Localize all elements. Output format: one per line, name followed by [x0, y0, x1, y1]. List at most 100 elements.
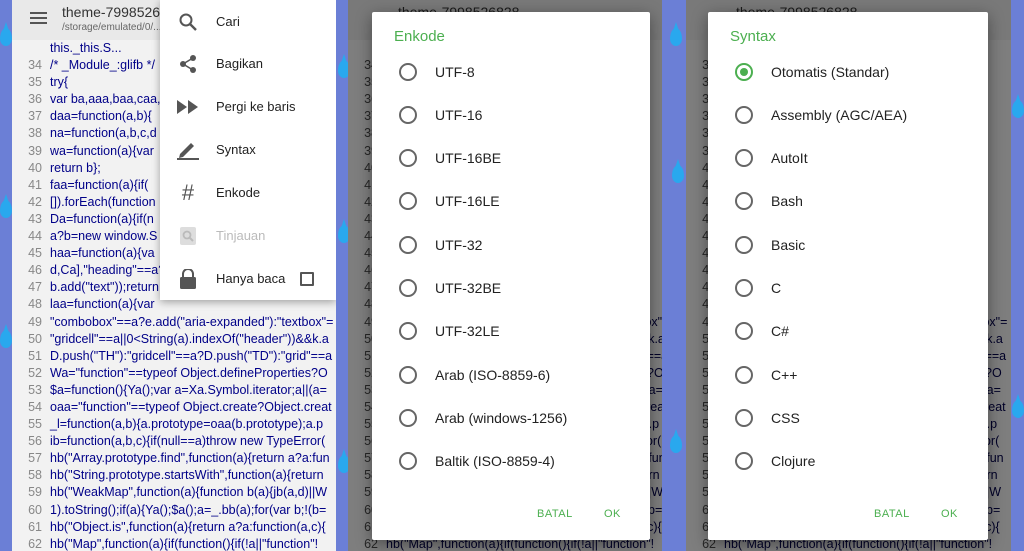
radio-option[interactable]: Clojure [708, 440, 988, 483]
radio-option[interactable]: UTF-32LE [372, 310, 650, 353]
radio-option[interactable]: Arab (windows-1256) [372, 396, 650, 439]
line-number: 47 [28, 280, 42, 295]
line-number: 56 [28, 434, 42, 449]
radio-option[interactable]: C [708, 267, 988, 310]
line-number: 51 [28, 348, 42, 363]
radio-option-label: Assembly (AGC/AEA) [771, 106, 908, 123]
menu-label: Syntax [216, 142, 256, 157]
radio-option-label: Bash [771, 193, 803, 210]
code-line: 61 hb("Object.is",function(a){return a?a:… [12, 519, 336, 536]
menu-item-goto-line[interactable]: Pergi ke baris [160, 85, 336, 128]
cancel-button[interactable]: BATAL [537, 508, 573, 520]
radio-selected-icon[interactable] [735, 62, 753, 81]
menu-item-share[interactable]: Bagikan [160, 42, 336, 85]
line-text: hb("String.prototype.startsWith",functio… [50, 468, 324, 483]
radio-empty-icon[interactable] [735, 452, 753, 471]
menu-item-read-only[interactable]: Hanya baca [160, 257, 336, 300]
radio-empty-icon[interactable] [735, 408, 753, 427]
radio-option[interactable]: CSS [708, 396, 988, 439]
syntax-dialog: Syntax Otomatis (Standar) Assembly (AGC/A… [708, 12, 988, 540]
line-text: []).forEach(function [50, 194, 156, 209]
line-text: return b}; [50, 160, 101, 175]
radio-option[interactable]: UTF-16BE [372, 137, 650, 180]
line-text: hb("Object.is",function(a){return a?a:fu… [50, 519, 326, 534]
line-text: try{ [50, 75, 69, 90]
line-text: var ba,aaa,baa,caa, [50, 92, 161, 107]
line-number: 44 [28, 229, 42, 244]
radio-option[interactable]: UTF-32BE [372, 267, 650, 310]
editor-panel-menu: theme-7998526828 /storage/emulated/0/...… [12, 0, 336, 551]
radio-option[interactable]: Arab (ISO-8859-6) [372, 353, 650, 396]
radio-empty-icon[interactable] [399, 149, 417, 168]
radio-option-label: Otomatis (Standar) [771, 63, 890, 80]
radio-empty-icon[interactable] [735, 235, 753, 254]
editor-panel-syntax: theme-7998526828 this._this.S...34/* _Mo… [686, 0, 1011, 551]
menu-item-encoding[interactable]: # Enkode [160, 171, 336, 214]
line-text: hb("Map",function(a){if(function(){if(!a… [50, 536, 319, 551]
radio-option[interactable]: Baltik (ISO-8859-4) [372, 440, 650, 483]
menu-item-search[interactable]: Cari [160, 0, 336, 43]
code-line: 58 hb("String.prototype.startsWith",funct… [12, 467, 336, 484]
line-number: 37 [28, 109, 42, 124]
line-number: 62 [28, 536, 42, 551]
line-text: this._this.S... [50, 41, 122, 55]
radio-option[interactable]: UTF-16LE [372, 180, 650, 223]
menu-label: Bagikan [216, 56, 263, 71]
radio-empty-icon[interactable] [399, 235, 417, 254]
line-number: 34 [28, 58, 42, 73]
code-line: 52 Wa="function"==typeof Object.definePro… [12, 365, 336, 382]
radio-empty-icon[interactable] [735, 279, 753, 297]
radio-option[interactable]: AutoIt [708, 137, 988, 180]
radio-option-label: UTF-8 [435, 63, 475, 80]
radio-empty-icon[interactable] [735, 105, 753, 124]
radio-option-label: UTF-16BE [435, 150, 502, 167]
radio-option[interactable]: C# [708, 310, 988, 353]
radio-option[interactable]: Otomatis (Standar) [708, 50, 988, 93]
radio-option[interactable]: Assembly (AGC/AEA) [708, 93, 988, 136]
radio-option[interactable]: UTF-32 [372, 223, 650, 266]
radio-empty-icon[interactable] [399, 322, 417, 341]
radio-empty-icon[interactable] [399, 365, 417, 384]
radio-option[interactable]: UTF-8 [372, 50, 650, 93]
radio-option[interactable]: Bash [708, 180, 988, 223]
read-only-checkbox[interactable] [300, 271, 314, 286]
line-number: 38 [28, 126, 42, 141]
menu-label: Enkode [216, 185, 261, 200]
lock-icon [160, 268, 216, 289]
menu-icon[interactable] [30, 12, 47, 25]
line-text: b.add("text"));return [50, 280, 159, 295]
line-number: 46 [28, 263, 42, 278]
editor-panel-encoding: theme-7998526828 this._this.S...34/* _Mo… [348, 0, 662, 551]
code-line: 55 _l=function(a,b){a.prototype=oaa(b.pro… [12, 416, 336, 433]
radio-empty-icon[interactable] [399, 408, 417, 427]
radio-empty-icon[interactable] [735, 149, 753, 168]
wallpaper-drop [0, 200, 12, 218]
radio-option-label: Basic [771, 236, 806, 253]
radio-option[interactable]: Basic [708, 223, 988, 266]
wallpaper-drop [670, 435, 682, 453]
code-line: 53 $a=function(){Ya();var a=Xa.Symbol.ite… [12, 382, 336, 399]
dialog-title: Enkode [394, 28, 445, 45]
radio-empty-icon[interactable] [399, 279, 417, 297]
cancel-button[interactable]: BATAL [874, 508, 910, 520]
ok-button[interactable]: OK [941, 508, 958, 520]
radio-empty-icon[interactable] [735, 192, 753, 211]
radio-empty-icon[interactable] [399, 62, 417, 81]
ok-button[interactable]: OK [604, 508, 621, 520]
radio-option[interactable]: UTF-16 [372, 93, 650, 136]
radio-empty-icon[interactable] [735, 365, 753, 384]
menu-item-syntax[interactable]: Syntax [160, 128, 336, 171]
radio-empty-icon[interactable] [399, 192, 417, 211]
line-number: 52 [28, 365, 42, 380]
line-text: $a=function(){Ya();var a=Xa.Symbol.itera… [50, 382, 327, 397]
radio-option-label: UTF-32BE [435, 280, 502, 296]
radio-empty-icon[interactable] [399, 452, 417, 471]
menu-item-preview[interactable]: Tinjauan [160, 214, 336, 257]
code-line: 57 hb("Array.prototype.find",function(a){… [12, 450, 336, 467]
radio-empty-icon[interactable] [735, 322, 753, 341]
menu-label: Hanya baca [216, 271, 286, 286]
radio-option[interactable]: C++ [708, 353, 988, 396]
line-number: 40 [28, 160, 42, 175]
radio-empty-icon[interactable] [399, 105, 417, 124]
line-number: 39 [28, 143, 42, 158]
